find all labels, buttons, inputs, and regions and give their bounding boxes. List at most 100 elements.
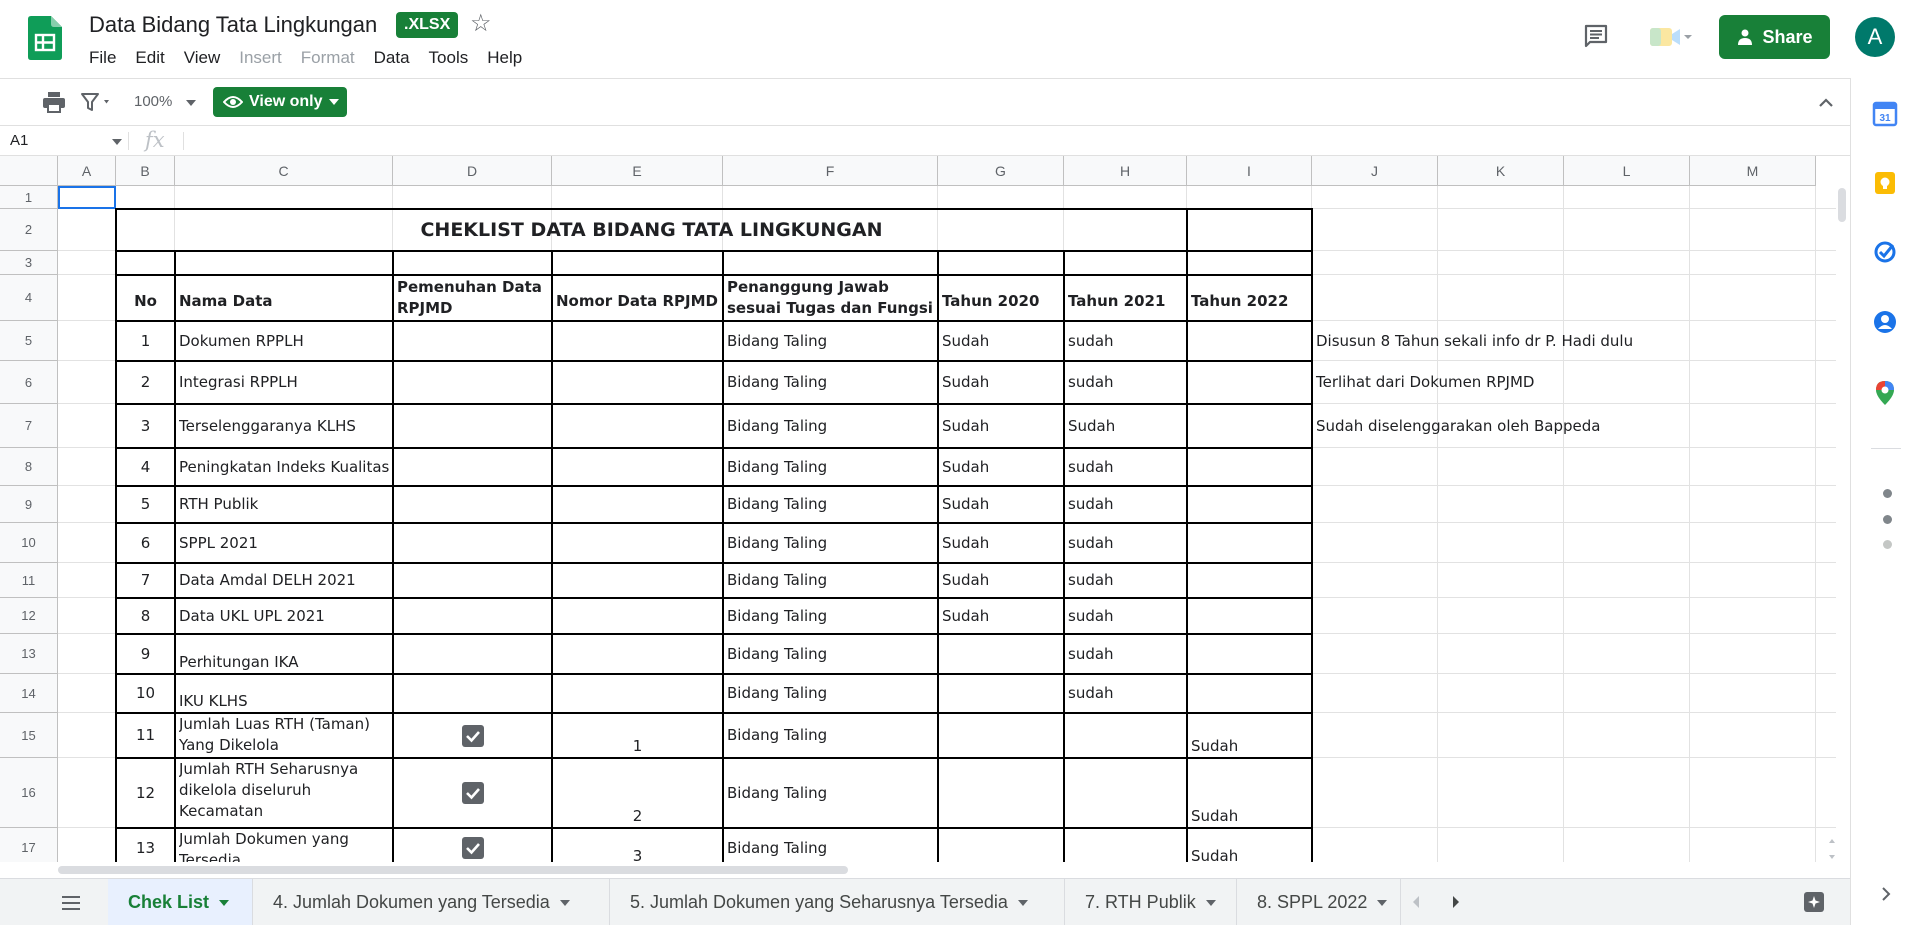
cell-t2021[interactable]: sudah [1068, 321, 1183, 361]
cell-nomor[interactable]: 2 [556, 758, 719, 828]
cell-t2020[interactable]: Sudah [942, 361, 1060, 404]
cell-t2021[interactable]: sudah [1068, 448, 1183, 486]
cell-no[interactable]: 11 [120, 713, 171, 758]
scroll-up-arrow-icon[interactable] [1828, 832, 1836, 843]
cell-t2020[interactable] [942, 828, 1060, 862]
column-header-b[interactable]: B [116, 156, 175, 186]
cell-t2020[interactable] [942, 713, 1060, 758]
row-header[interactable]: 11 [0, 563, 58, 598]
column-header-g[interactable]: G [938, 156, 1064, 186]
name-box[interactable]: A1 [10, 132, 28, 149]
cell-nama[interactable]: Jumlah Luas RTH (Taman) Yang Dikelola [179, 713, 389, 758]
column-header-f[interactable]: F [723, 156, 938, 186]
checkbox-checked[interactable] [461, 724, 484, 747]
menu-item-file[interactable]: File [89, 47, 116, 69]
addon-dot-icon[interactable] [1883, 489, 1892, 498]
cell-no[interactable]: 1 [120, 321, 171, 361]
filter-icon[interactable] [80, 91, 114, 113]
cell-pj[interactable]: Bidang Taling [727, 634, 934, 674]
row-header[interactable]: 3 [0, 251, 58, 275]
cell-nama[interactable]: Dokumen RPPLH [179, 321, 389, 361]
cell-t2020[interactable]: Sudah [942, 523, 1060, 563]
row-header[interactable]: 5 [0, 321, 58, 361]
cell-no[interactable]: 3 [120, 404, 171, 448]
cell-nama[interactable]: Data UKL UPL 2021 [179, 598, 389, 634]
cell-t2021[interactable]: sudah [1068, 361, 1183, 404]
menu-item-tools[interactable]: Tools [429, 47, 469, 69]
sheet-tab[interactable]: 5. Jumlah Dokumen yang Seharusnya Tersed… [609, 879, 1064, 925]
cell-pj[interactable]: Bidang Taling [727, 486, 934, 523]
cell-nama[interactable]: Integrasi RPPLH [179, 361, 389, 404]
cell-t2020[interactable]: Sudah [942, 563, 1060, 598]
row-header[interactable]: 15 [0, 713, 58, 758]
cell-t2021[interactable]: sudah [1068, 563, 1183, 598]
chevron-down-icon[interactable] [1377, 900, 1388, 907]
user-avatar[interactable]: A [1855, 17, 1895, 57]
cell-nama[interactable]: SPPL 2021 [179, 523, 389, 563]
cell-t2020[interactable]: Sudah [942, 448, 1060, 486]
row-header[interactable]: 8 [0, 448, 58, 486]
cell-t2021[interactable] [1068, 828, 1183, 862]
row-header[interactable]: 16 [0, 758, 58, 828]
cell-no[interactable]: 5 [120, 486, 171, 523]
chevron-down-icon[interactable] [219, 900, 230, 907]
print-icon[interactable] [42, 91, 66, 113]
row-header[interactable]: 6 [0, 361, 58, 404]
column-header-e[interactable]: E [552, 156, 723, 186]
row-header[interactable]: 2 [0, 209, 58, 251]
cell-no[interactable]: 8 [120, 598, 171, 634]
cell-t2022[interactable]: Sudah [1191, 758, 1308, 828]
cell-t2021[interactable] [1068, 713, 1183, 758]
column-header-h[interactable]: H [1064, 156, 1187, 186]
menu-item-edit[interactable]: Edit [135, 47, 164, 69]
cell-t2021[interactable] [1068, 758, 1183, 828]
cell-t2020[interactable] [942, 674, 1060, 713]
all-sheets-icon[interactable] [60, 894, 82, 912]
explore-icon[interactable] [1802, 890, 1826, 919]
chevron-down-icon[interactable] [1017, 900, 1028, 907]
row-header[interactable]: 17 [0, 828, 58, 862]
scroll-down-arrow-icon[interactable] [1828, 848, 1836, 859]
row-header[interactable]: 12 [0, 598, 58, 634]
vertical-scrollbar[interactable] [1838, 188, 1846, 222]
cell-note[interactable]: Terlihat dari Dokumen RPJMD [1316, 361, 1776, 404]
cell-t2021[interactable]: sudah [1068, 674, 1183, 713]
cell-no[interactable]: 2 [120, 361, 171, 404]
row-header[interactable]: 9 [0, 486, 58, 523]
cell-pj[interactable]: Bidang Taling [727, 361, 934, 404]
scroll-tabs-left-icon[interactable] [1408, 893, 1424, 916]
tasks-icon[interactable] [1873, 240, 1897, 269]
column-header-k[interactable]: K [1438, 156, 1564, 186]
cell-pj[interactable]: Bidang Taling [727, 828, 934, 862]
cell-t2020[interactable] [942, 634, 1060, 674]
meet-icon[interactable] [1648, 24, 1694, 50]
cell-pj[interactable]: Bidang Taling [727, 758, 934, 828]
cell-no[interactable]: 12 [120, 758, 171, 828]
chevron-down-icon[interactable] [186, 100, 196, 106]
row-header[interactable]: 10 [0, 523, 58, 563]
view-only-button[interactable]: View only [213, 87, 347, 117]
cell-nama[interactable]: RTH Publik [179, 486, 389, 523]
column-header-m[interactable]: M [1690, 156, 1816, 186]
addon-dot-icon[interactable] [1883, 515, 1892, 524]
column-header-l[interactable]: L [1564, 156, 1690, 186]
checkbox-checked[interactable] [461, 837, 484, 859]
menu-item-help[interactable]: Help [487, 47, 522, 69]
scroll-tabs-right-icon[interactable] [1448, 893, 1464, 916]
menu-item-format[interactable]: Format [301, 47, 355, 69]
select-all-corner[interactable] [0, 156, 58, 186]
cell-nama[interactable]: Jumlah RTH Seharusnya dikelola diseluruh… [179, 758, 389, 828]
chevron-down-icon[interactable] [559, 900, 570, 907]
chevron-right-icon[interactable] [1878, 886, 1894, 907]
sheets-logo-icon[interactable] [28, 16, 62, 60]
cell-nomor[interactable]: 1 [556, 713, 719, 758]
sheet-tab[interactable]: 4. Jumlah Dokumen yang Tersedia [252, 879, 609, 925]
chevron-down-icon[interactable] [1205, 900, 1216, 907]
column-header-d[interactable]: D [393, 156, 552, 186]
calendar-icon[interactable]: 31 [1872, 101, 1898, 132]
chevron-down-icon[interactable] [112, 139, 122, 145]
cell-pj[interactable]: Bidang Taling [727, 404, 934, 448]
cell-pj[interactable]: Bidang Taling [727, 523, 934, 563]
cell-t2021[interactable]: sudah [1068, 598, 1183, 634]
selected-cell[interactable] [58, 186, 116, 209]
